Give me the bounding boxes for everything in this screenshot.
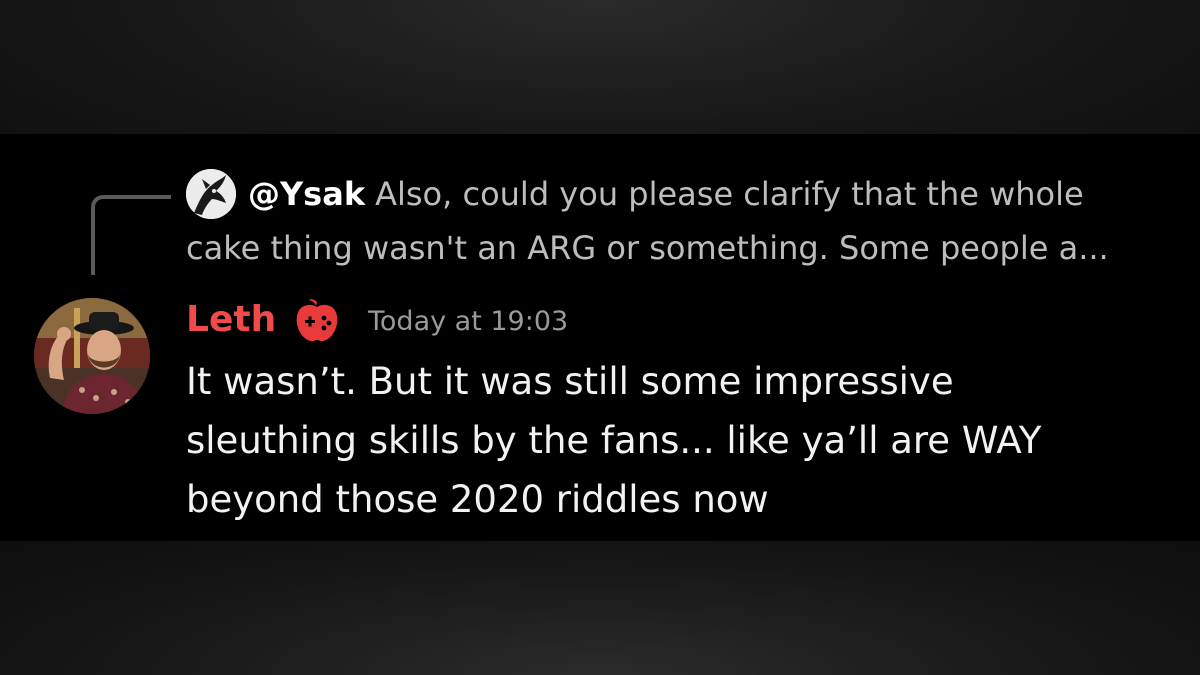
backdrop-bottom — [0, 541, 1200, 675]
red-gamepad-apple-icon[interactable] — [293, 298, 341, 344]
reply-username[interactable]: @Ysak — [248, 175, 365, 213]
message-line-3: beyond those 2020 riddles now — [186, 478, 769, 521]
reply-avatar[interactable] — [186, 169, 236, 219]
reply-text-line-1: Also, could you please clarify that the … — [375, 175, 1084, 213]
author-avatar-image — [34, 298, 150, 414]
reply-preview-line-1[interactable]: @Ysak Also, could you please clarify that… — [248, 172, 1168, 216]
message-timestamp[interactable]: Today at 19:03 — [368, 302, 568, 342]
author-avatar[interactable] — [34, 298, 150, 414]
reply-avatar-image — [186, 169, 236, 219]
reply-preview-line-2: cake thing wasn't an ARG or something. S… — [186, 229, 1109, 267]
author-name[interactable]: Leth — [186, 297, 276, 343]
message-line-1: It wasn’t. But it was still some impress… — [186, 360, 954, 403]
role-badge-icon — [296, 299, 338, 342]
reply-connector-line — [91, 195, 171, 275]
message-line-2: sleuthing skills by the fans... like ya’… — [186, 419, 1042, 462]
